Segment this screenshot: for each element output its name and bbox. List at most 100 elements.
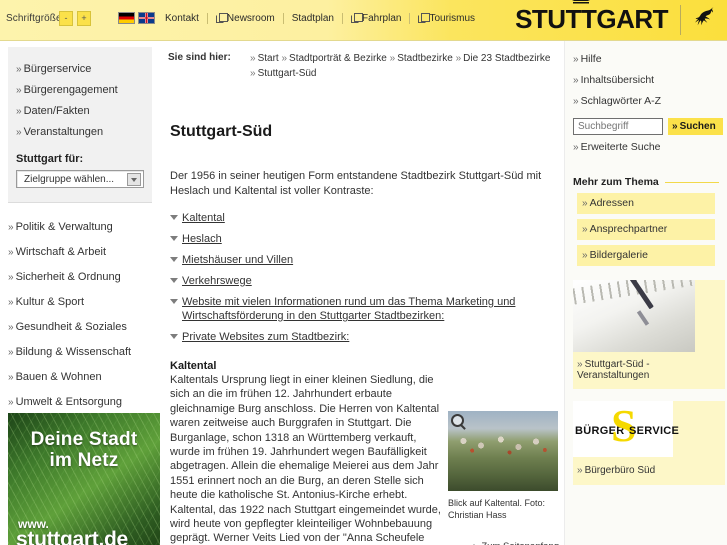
promo-caption: » Stuttgart-Süd - Veranstaltungen bbox=[573, 352, 725, 389]
anchor-link-kaltental[interactable]: Kaltental bbox=[182, 212, 225, 224]
sidebar-item-veranstaltungen[interactable]: » Veranstaltungen bbox=[8, 122, 152, 143]
breadcrumb-item-stuttgart-sued[interactable]: » Stuttgart-Süd bbox=[250, 68, 316, 79]
horse-icon bbox=[695, 7, 714, 25]
more-topic-bildergalerie[interactable]: » Bildergalerie bbox=[577, 245, 715, 266]
sidebar-item-label: Daten/Fakten bbox=[23, 105, 90, 117]
anchor-link-heslach[interactable]: Heslach bbox=[182, 233, 222, 245]
more-topic-label: Bildergalerie bbox=[589, 249, 648, 261]
list-item: Private Websites zum Stadtbezirk: bbox=[170, 330, 555, 344]
site-logo[interactable]: STUTTGART bbox=[515, 0, 719, 35]
photo-kaltental[interactable] bbox=[448, 411, 558, 491]
breadcrumb-item-label: Die 23 Stadtbezirke bbox=[463, 53, 551, 64]
figure-kaltental: Blick auf Kaltental. Foto: Christian Has… bbox=[448, 411, 565, 521]
chevron-right-icon: » bbox=[573, 96, 579, 107]
sidebar-item-buergerservice[interactable]: » Bürgerservice bbox=[8, 59, 152, 80]
intro-paragraph: Der 1956 in seiner heutigen Form entstan… bbox=[170, 170, 542, 197]
list-item: Mietshäuser und Villen bbox=[170, 253, 555, 267]
buergerservice-box[interactable]: BÜRGER S SERVICE » Bürgerbüro Süd bbox=[573, 401, 725, 485]
triangle-down-icon bbox=[170, 236, 178, 241]
breadcrumb-item-label: Stadtporträt & Bezirke bbox=[289, 53, 387, 64]
banner-stuttgart-de[interactable]: Deine Stadt im Netz www. stuttgart.de bbox=[8, 413, 160, 545]
heading-rule bbox=[664, 181, 719, 183]
breadcrumb-item-stadtbezirke[interactable]: » Stadtbezirke bbox=[390, 53, 453, 64]
chevron-right-icon: » bbox=[8, 247, 14, 258]
chevron-right-icon: » bbox=[8, 397, 14, 408]
anchor-link-private-websites[interactable]: Private Websites zum Stadtbezirk: bbox=[182, 331, 349, 343]
promo-link[interactable]: Stuttgart-Süd - Veranstaltungen bbox=[577, 359, 650, 381]
breadcrumb-links: » Start » Stadtporträt & Bezirke » Stadtbez… bbox=[250, 51, 557, 81]
buergerbuero-link[interactable]: Bürgerbüro Süd bbox=[585, 465, 656, 476]
anchor-link-mietshaeuser-villen[interactable]: Mietshäuser und Villen bbox=[182, 254, 293, 266]
sidebar-item-umwelt-entsorgung[interactable]: » Umwelt & Entsorgung bbox=[0, 390, 160, 415]
chevron-right-icon: » bbox=[16, 106, 22, 117]
search-input[interactable] bbox=[573, 118, 663, 135]
back-to-top[interactable]: Zum Seitenanfang bbox=[470, 541, 559, 545]
sidebar-item-label: Bürgerengagement bbox=[23, 84, 118, 96]
sidebar-item-label: Wirtschaft & Arbeit bbox=[15, 246, 107, 258]
more-topics-title: Mehr zum Thema bbox=[573, 176, 659, 188]
triangle-down-icon bbox=[170, 278, 178, 283]
more-topics-heading: Mehr zum Thema bbox=[573, 176, 719, 188]
chevron-right-icon: » bbox=[16, 64, 22, 75]
buergerservice-caption: » Bürgerbüro Süd bbox=[573, 457, 725, 485]
external-link-icon bbox=[350, 12, 363, 23]
chevron-right-icon: » bbox=[16, 85, 22, 96]
sidebar-item-kultur-sport[interactable]: » Kultur & Sport bbox=[0, 290, 160, 315]
breadcrumb-item-label: Start bbox=[257, 53, 279, 64]
sidebar-item-label: Bauen & Wohnen bbox=[15, 371, 102, 383]
breadcrumb-item-die-23-stadtbezirke[interactable]: » Die 23 Stadtbezirke bbox=[456, 53, 551, 64]
chevron-right-icon: » bbox=[577, 465, 583, 476]
banner-domain: stuttgart.de bbox=[16, 528, 128, 545]
header-nav-label: Kontakt bbox=[165, 13, 199, 24]
header-nav-label: Fahrplan bbox=[361, 13, 402, 24]
target-group-label: Stuttgart für: bbox=[16, 153, 84, 165]
sidebar-item-sicherheit-ordnung[interactable]: » Sicherheit & Ordnung bbox=[0, 265, 160, 290]
sidebar-item-politik-verwaltung[interactable]: » Politik & Verwaltung bbox=[0, 215, 160, 240]
chevron-down-icon[interactable] bbox=[127, 173, 141, 186]
sidebar-item-wirtschaft-arbeit[interactable]: » Wirtschaft & Arbeit bbox=[0, 240, 160, 265]
flag-germany-icon[interactable] bbox=[118, 12, 135, 24]
magnifier-icon[interactable] bbox=[451, 414, 464, 427]
sidebar-item-gesundheit-soziales[interactable]: » Gesundheit & Soziales bbox=[0, 315, 160, 340]
fontsize-decrease-button[interactable]: - bbox=[59, 11, 73, 26]
header-nav-tourismus[interactable]: Tourismus bbox=[410, 12, 483, 24]
chevron-right-icon: » bbox=[582, 224, 588, 235]
service-link-hilfe[interactable]: » Hilfe bbox=[571, 49, 719, 70]
header-nav-newsroom[interactable]: Newsroom bbox=[208, 12, 283, 24]
search-button[interactable]: » Suchen bbox=[668, 118, 723, 135]
external-link-icon bbox=[215, 12, 228, 23]
service-link-label: Schlagwörter A-Z bbox=[580, 95, 662, 107]
service-link-schlagwoerter[interactable]: » Schlagwörter A-Z bbox=[571, 91, 719, 112]
advanced-search-link[interactable]: » Erweiterte Suche bbox=[571, 137, 719, 158]
banner-line1: Deine Stadt bbox=[30, 429, 138, 450]
header-nav-kontakt[interactable]: Kontakt bbox=[165, 13, 207, 24]
list-item: Website mit vielen Informationen rund um… bbox=[170, 295, 555, 323]
sidebar-item-bauen-wohnen[interactable]: » Bauen & Wohnen bbox=[0, 365, 160, 390]
target-group-select[interactable]: Zielgruppe wählen... bbox=[16, 170, 144, 188]
header-nav-label: Newsroom bbox=[226, 13, 275, 24]
breadcrumb-item-start[interactable]: » Start bbox=[250, 53, 279, 64]
sidebar-item-buergerengagement[interactable]: » Bürgerengagement bbox=[8, 80, 152, 101]
more-topic-ansprechpartner[interactable]: » Ansprechpartner bbox=[577, 219, 715, 240]
header-nav-fahrplan[interactable]: Fahrplan bbox=[343, 12, 409, 24]
more-topic-adressen[interactable]: » Adressen bbox=[577, 193, 715, 214]
sidebar-item-bildung-wissenschaft[interactable]: » Bildung & Wissenschaft bbox=[0, 340, 160, 365]
anchor-link-marketing-website[interactable]: Website mit vielen Informationen rund um… bbox=[182, 296, 515, 322]
breadcrumb-item-stadtportraet[interactable]: » Stadtporträt & Bezirke bbox=[281, 53, 386, 64]
sidebar-item-label: Veranstaltungen bbox=[23, 126, 104, 138]
service-link-inhaltsuebersicht[interactable]: » Inhaltsübersicht bbox=[571, 70, 719, 91]
back-to-top-link[interactable]: Zum Seitenanfang bbox=[481, 541, 559, 545]
promo-veranstaltungen[interactable]: » Stuttgart-Süd - Veranstaltungen bbox=[573, 280, 725, 389]
chevron-right-icon: » bbox=[8, 372, 14, 383]
buergerservice-logo: BÜRGER S SERVICE bbox=[573, 401, 679, 457]
banner-line2: im Netz bbox=[49, 450, 119, 471]
anchor-link-verkehrswege[interactable]: Verkehrswege bbox=[182, 275, 252, 287]
flag-uk-icon[interactable] bbox=[138, 12, 155, 24]
sidebar-item-daten-fakten[interactable]: » Daten/Fakten bbox=[8, 101, 152, 122]
list-item: Kaltental bbox=[170, 211, 555, 225]
header-nav-stadtplan[interactable]: Stadtplan bbox=[284, 13, 342, 24]
pen-tip bbox=[636, 310, 650, 326]
fontsize-increase-button[interactable]: + bbox=[77, 11, 91, 26]
quick-links-panel: » Bürgerservice » Bürgerengagement » Daten/… bbox=[8, 47, 152, 203]
sidebar-item-label: Sicherheit & Ordnung bbox=[15, 271, 121, 283]
